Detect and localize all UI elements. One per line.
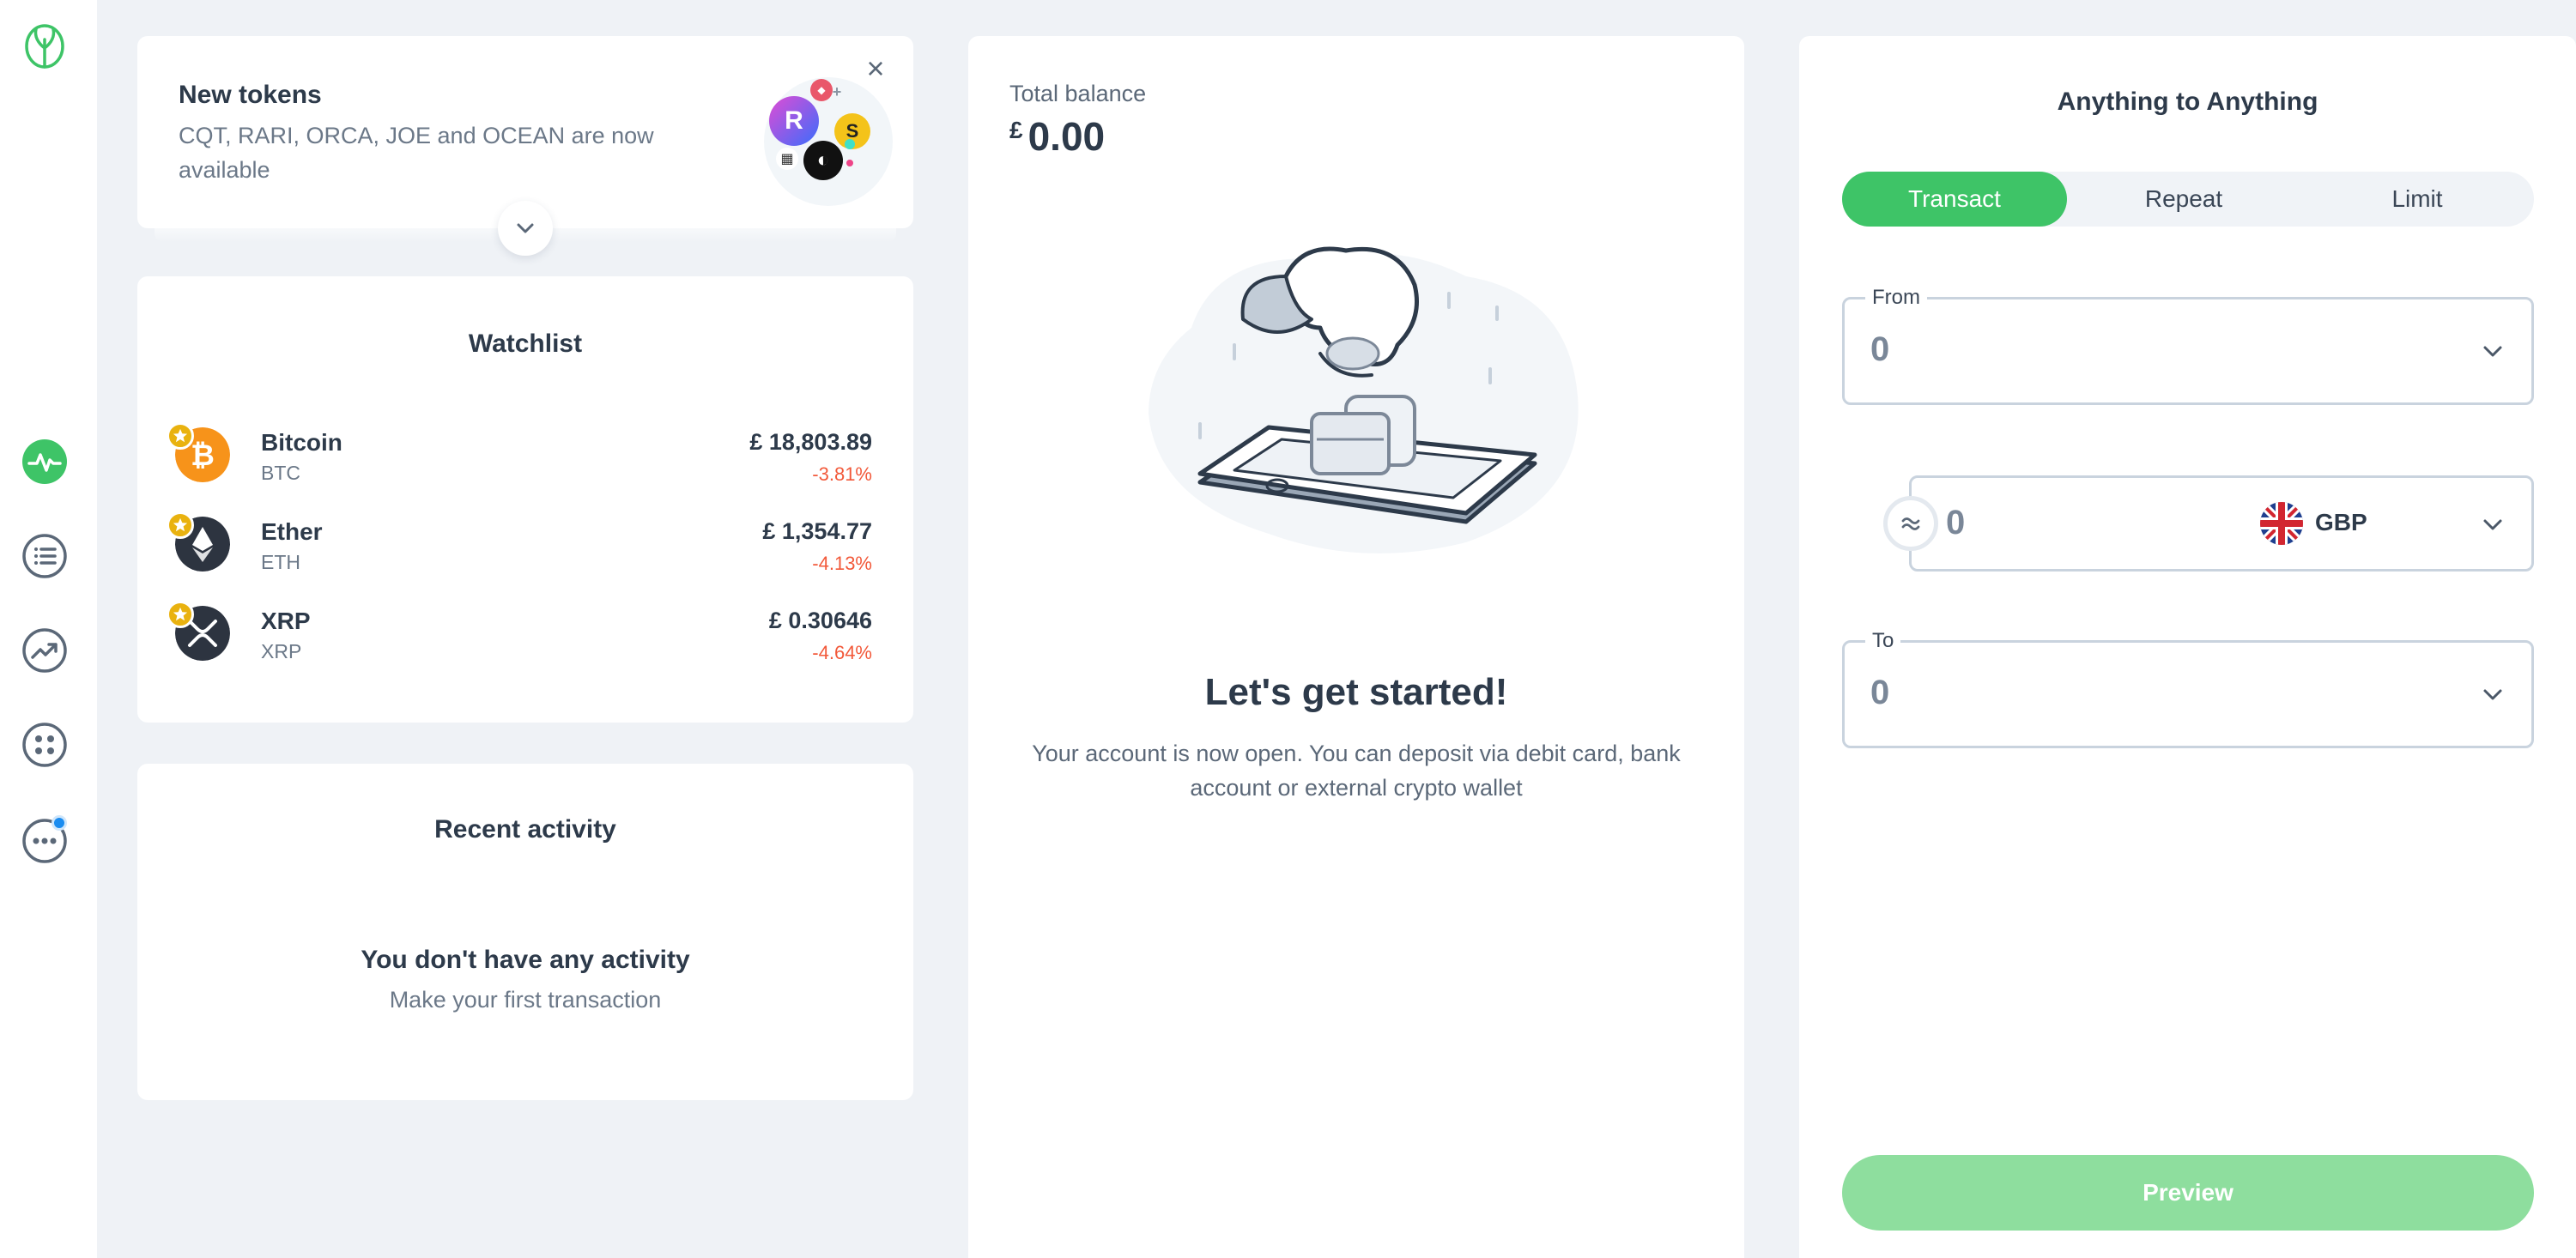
currency-code: GBP xyxy=(2315,509,2367,535)
coin-name: Bitcoin xyxy=(261,429,342,456)
balance-amount: 0.00 xyxy=(1027,114,1106,159)
coin-change: -3.81% xyxy=(812,463,872,485)
notification-dot xyxy=(52,815,67,831)
new-tokens-description: CQT, RARI, ORCA, JOE and OCEAN are now a… xyxy=(179,123,654,183)
balance-card: Total balance £0.00 Let's get started! Y… xyxy=(968,36,1744,1258)
chevron-down-icon xyxy=(2483,346,2502,357)
watchlist-title: Watchlist xyxy=(468,330,583,358)
more-icon[interactable] xyxy=(21,815,69,865)
from-select[interactable]: From 0 xyxy=(1842,286,2534,405)
watchlist-row-bitcoin[interactable]: ₿ Bitcoin BTC £ 18,803.89 -3.81% xyxy=(137,422,913,505)
coin-change: -4.64% xyxy=(812,642,872,663)
coin-name: XRP xyxy=(261,608,311,634)
watchlist-row-xrp[interactable]: XRP XRP £ 0.30646 -4.64% xyxy=(137,601,913,683)
transact-title: Anything to Anything xyxy=(2057,88,2318,116)
currency-symbol: £ xyxy=(1009,117,1023,143)
total-balance-value: £0.00 xyxy=(1009,113,1105,160)
coin-price: £ 18,803.89 xyxy=(749,429,872,455)
trending-icon[interactable] xyxy=(21,626,69,674)
swap-icon xyxy=(1901,517,1920,530)
apps-icon[interactable] xyxy=(21,721,69,769)
uk-flag-icon xyxy=(2260,502,2303,545)
from-label: From xyxy=(1865,286,1927,310)
star-icon[interactable] xyxy=(167,511,194,539)
get-started-description: Your account is now open. You can deposi… xyxy=(1032,741,1681,801)
chevron-down-icon xyxy=(2483,689,2502,700)
coin-change: -4.13% xyxy=(812,553,872,574)
recent-activity-card: Recent activity You don't have any activ… xyxy=(137,764,913,1100)
to-label: To xyxy=(1865,629,1901,653)
chevron-down-icon xyxy=(517,223,534,233)
star-icon[interactable] xyxy=(167,422,194,450)
coin-symbol: ETH xyxy=(261,551,300,573)
to-value: 0 xyxy=(1870,674,1890,711)
coin-price: £ 1,354.77 xyxy=(762,518,872,544)
empty-state-subtitle: Make your first transaction xyxy=(389,987,662,1013)
coin-symbol: BTC xyxy=(261,462,300,484)
coin-price: £ 0.30646 xyxy=(768,608,872,633)
svg-text:₿: ₿ xyxy=(191,438,215,473)
new-tokens-title: New tokens xyxy=(179,81,322,109)
coin-symbol: XRP xyxy=(261,640,302,662)
amount-value: 0 xyxy=(1946,504,1966,541)
swap-button[interactable] xyxy=(1883,496,1938,551)
transact-tabs: Transact Repeat Limit xyxy=(1842,172,2534,227)
expand-button[interactable] xyxy=(498,201,553,256)
watchlist-card: Watchlist ₿ Bitcoin BTC £ 18,803.89 -3.8… xyxy=(137,276,913,723)
total-balance-label: Total balance xyxy=(1009,81,1147,106)
get-started-title: Let's get started! xyxy=(1204,671,1508,713)
empty-state-title: You don't have any activity xyxy=(361,946,690,974)
tab-limit[interactable]: Limit xyxy=(2300,172,2534,227)
amount-input[interactable]: 0 GBP xyxy=(1909,475,2534,572)
new-tokens-card[interactable]: New tokens CQT, RARI, ORCA, JOE and OCEA… xyxy=(137,36,913,256)
logo-icon[interactable] xyxy=(21,22,69,70)
star-icon[interactable] xyxy=(167,601,194,628)
tab-repeat[interactable]: Repeat xyxy=(2067,172,2300,227)
preview-button[interactable]: Preview xyxy=(1842,1155,2534,1231)
deposit-illustration-icon xyxy=(1149,246,1579,553)
coin-name: Ether xyxy=(261,518,323,545)
activity-icon[interactable] xyxy=(21,438,69,486)
tab-transact[interactable]: Transact xyxy=(1842,172,2067,227)
transact-card: Anything to Anything Transact Repeat Lim… xyxy=(1799,36,2576,1258)
from-value: 0 xyxy=(1870,330,1890,368)
chevron-down-icon[interactable] xyxy=(2480,512,2506,538)
sidebar xyxy=(0,0,97,1258)
to-select[interactable]: To 0 xyxy=(1842,629,2534,748)
recent-activity-title: Recent activity xyxy=(434,815,616,844)
token-logos-icon: R ◆ + S ▦ ◐ xyxy=(764,77,893,223)
watchlist-row-ether[interactable]: Ether ETH £ 1,354.77 -4.13% xyxy=(137,511,913,594)
list-icon[interactable] xyxy=(21,532,69,580)
